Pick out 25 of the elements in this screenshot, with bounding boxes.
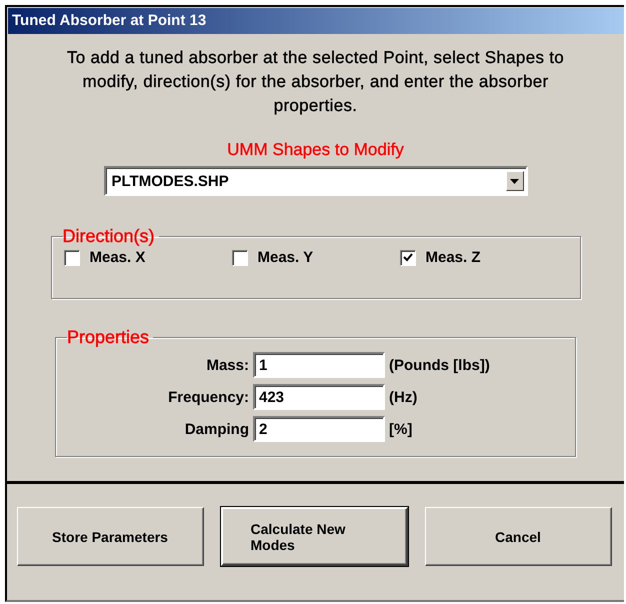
group-title: Direction(s) [62, 226, 156, 247]
shapes-label: UMM Shapes to Modify [227, 140, 404, 160]
field-label: Damping [184, 420, 249, 438]
input-field[interactable]: 1 [253, 352, 385, 378]
unit-label: [%] [389, 420, 414, 438]
field-label: Mass: [205, 356, 249, 374]
input-field[interactable]: 2 [253, 416, 385, 442]
checkbox-label: Meas. Z [426, 249, 481, 266]
check-mark-icon [402, 253, 412, 262]
dialog-button[interactable]: Calculate New Modes [220, 507, 408, 566]
unit-label: (Hz) [389, 388, 418, 406]
instruction-text: To add a tuned absorber at the selected Point, select Shapes to modify, direction(s) for the absorber, and enter the absorber properties. [66, 47, 566, 117]
dialog-button[interactable]: Cancel [424, 507, 612, 566]
checkbox[interactable] [232, 250, 248, 266]
group-title: Properties [67, 327, 150, 348]
unit-label: (Pounds [lbs]) [389, 356, 491, 374]
checkbox-label: Meas. Y [258, 249, 314, 266]
checkbox-label: Meas. X [90, 249, 146, 266]
dialog-button[interactable]: Store Parameters [16, 507, 204, 566]
input-field[interactable]: 423 [253, 384, 385, 410]
field-label: Frequency: [167, 388, 249, 406]
checkbox[interactable] [400, 250, 416, 266]
checkbox[interactable] [64, 250, 80, 266]
shapes-dropdown[interactable]: PLTMODES.SHP [104, 166, 528, 196]
window-title: Tuned Absorber at Point 13 [8, 8, 624, 34]
